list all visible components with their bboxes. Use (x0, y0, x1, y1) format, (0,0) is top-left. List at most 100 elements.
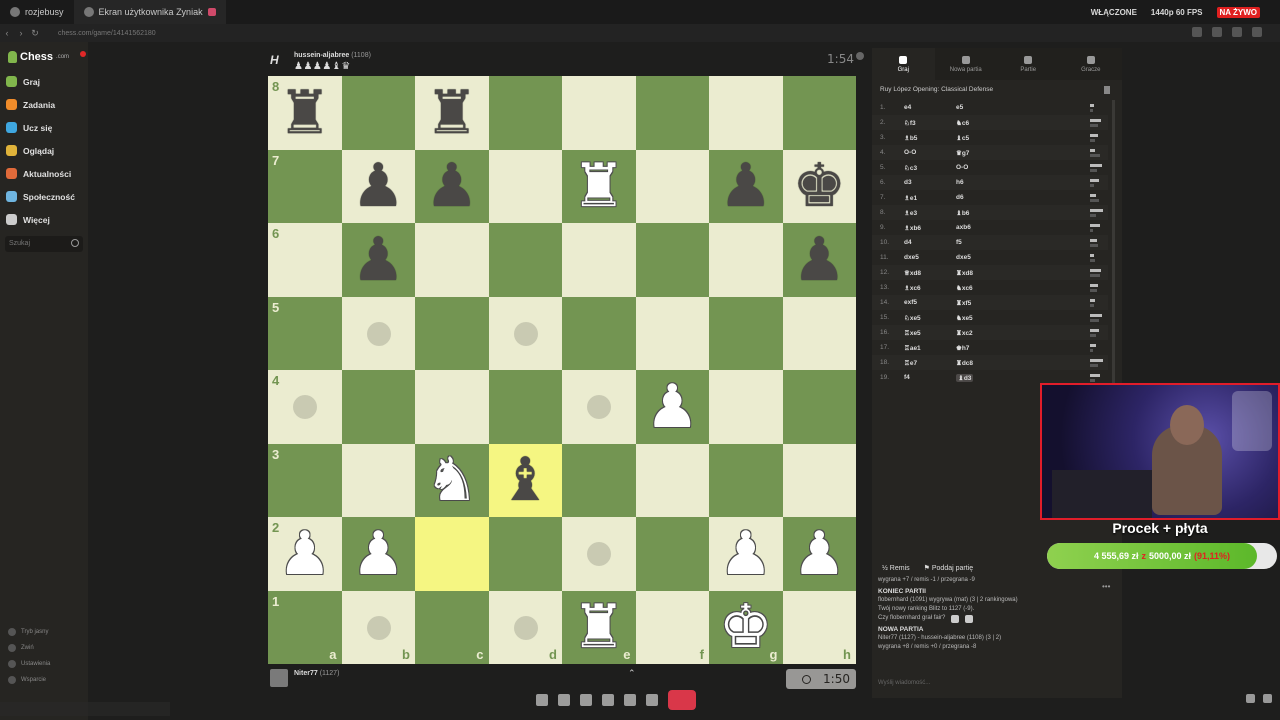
chess-board[interactable]: 8 ♜ ♜ 7 ♟ ♟ ♜ ♟ ♚ 6 ♟ ♟ 5 4 ♟ 3 ♞ ♝ 2 ♟ ♟ ♟ ♟ 1 a b c d e ♜ f g ♚ h (268, 76, 856, 664)
extension-icon[interactable] (1212, 27, 1222, 37)
thumbs-down-icon[interactable] (965, 614, 974, 623)
activity-icon[interactable] (624, 694, 636, 706)
square-c7[interactable]: ♟ (415, 149, 489, 224)
square-h7[interactable]: ♚ (782, 149, 856, 223)
black-move[interactable]: h6 (956, 179, 964, 186)
square-b2[interactable]: ♟ (341, 517, 415, 591)
black-move[interactable]: f5 (956, 239, 962, 246)
square-d4[interactable] (488, 370, 562, 444)
thumbs-up-icon[interactable] (951, 614, 960, 623)
browser-tab-active[interactable]: Ekran użytkownika Zyniak (73, 0, 226, 24)
url-field[interactable]: chess.com/game/14141562180 (58, 30, 156, 37)
black-pawn-icon[interactable]: ♟ (415, 150, 489, 224)
square-d1[interactable]: d (488, 590, 562, 664)
square-g1[interactable]: g ♚ (709, 590, 783, 664)
square-h4[interactable] (782, 370, 856, 444)
black-rook-icon[interactable]: ♜ (268, 76, 342, 150)
square-e5[interactable] (562, 296, 636, 370)
white-move[interactable]: e4 (904, 104, 911, 111)
extension-icon[interactable] (1192, 27, 1202, 37)
square-c1[interactable]: c (415, 590, 489, 664)
square-e6[interactable] (562, 223, 636, 297)
black-move[interactable]: ♚h7 (956, 344, 969, 352)
square-h5[interactable] (782, 296, 856, 370)
square-a5[interactable]: 5 (268, 296, 342, 370)
forward-icon[interactable]: › (14, 28, 28, 38)
black-move[interactable]: O-O (956, 164, 968, 171)
square-c2[interactable] (415, 517, 489, 591)
white-pawn-icon[interactable]: ♟ (709, 517, 783, 591)
square-f1[interactable]: f (635, 590, 709, 664)
white-move[interactable]: ♘xe5 (904, 314, 921, 322)
square-c6[interactable] (415, 223, 489, 297)
white-move[interactable]: exf5 (904, 299, 917, 306)
white-move[interactable]: ♗e3 (904, 209, 917, 217)
search-input[interactable]: Szukaj (5, 236, 83, 252)
square-g2[interactable]: ♟ (709, 517, 783, 591)
white-move[interactable]: ♗e1 (904, 194, 917, 202)
opponent-avatar[interactable]: H (270, 53, 286, 69)
square-d6[interactable] (488, 223, 562, 297)
square-a8[interactable]: 8 ♜ (268, 76, 342, 150)
opponent-name-row[interactable]: hussein-aljabree (1108) (294, 52, 371, 59)
opening-name[interactable]: Ruy López Opening: Classical Defense (880, 86, 993, 93)
square-c4[interactable] (415, 370, 489, 444)
white-move[interactable]: ♖ae1 (904, 344, 921, 352)
sidebar-bottom-item[interactable]: Wsparcie (8, 676, 46, 684)
white-move[interactable]: ♘f3 (904, 119, 916, 127)
move-hint-dot[interactable] (293, 395, 317, 419)
black-move[interactable]: ♞xe5 (956, 314, 973, 322)
camera-icon[interactable] (558, 694, 570, 706)
headset-icon[interactable] (1246, 694, 1255, 703)
profile-icon[interactable] (1252, 27, 1262, 37)
white-move[interactable]: dxe5 (904, 254, 919, 261)
square-f6[interactable] (635, 223, 709, 297)
sidebar-item-3[interactable]: Oglądaj (6, 145, 54, 156)
square-g4[interactable] (709, 370, 783, 444)
black-move[interactable]: ♜xc2 (956, 329, 973, 337)
square-d7[interactable] (488, 149, 562, 223)
black-move[interactable]: e5 (956, 104, 963, 111)
tab-1[interactable]: Nowa partia (935, 48, 998, 80)
screen-share-icon[interactable] (580, 694, 592, 706)
sidebar-item-5[interactable]: Społeczność (6, 191, 75, 202)
more-options-icon[interactable]: ••• (1102, 582, 1110, 591)
black-move[interactable]: ♝b6 (956, 209, 969, 217)
square-b3[interactable] (341, 443, 415, 517)
square-b5[interactable] (341, 296, 415, 370)
microphone-icon[interactable] (536, 694, 548, 706)
square-f8[interactable] (635, 76, 709, 150)
square-d2[interactable] (488, 517, 562, 591)
player-name-row[interactable]: Niter77 (1127) (294, 670, 339, 677)
extension-icon[interactable] (1232, 27, 1242, 37)
settings-icon[interactable] (856, 52, 864, 60)
reload-icon[interactable]: ↻ (28, 28, 42, 39)
black-move[interactable]: ♝d3 (956, 374, 974, 382)
black-move[interactable]: ♞xc6 (956, 284, 973, 292)
square-f2[interactable] (635, 517, 709, 591)
sidebar-bottom-item[interactable]: Tryb jasny (8, 628, 48, 636)
square-f5[interactable] (635, 296, 709, 370)
square-a4[interactable]: 4 (268, 370, 342, 444)
square-e3[interactable] (562, 443, 636, 517)
square-e4[interactable] (562, 370, 636, 444)
square-d3[interactable]: ♝ (488, 443, 562, 517)
sidebar-item-2[interactable]: Ucz się (6, 122, 52, 133)
square-g7[interactable]: ♟ (709, 149, 783, 223)
white-move[interactable]: O-O (904, 149, 916, 156)
white-knight-icon[interactable]: ♞ (415, 444, 489, 518)
square-d5[interactable] (488, 296, 562, 370)
square-e8[interactable] (562, 76, 636, 150)
sidebar-item-1[interactable]: Zadania (6, 99, 55, 110)
sidebar-item-4[interactable]: Aktualności (6, 168, 71, 179)
tab-3[interactable]: Gracze (1060, 48, 1123, 80)
white-pawn-icon[interactable]: ♟ (783, 517, 857, 591)
square-b6[interactable]: ♟ (341, 223, 415, 297)
notification-badge[interactable] (80, 51, 86, 57)
more-icon[interactable] (646, 694, 658, 706)
sidebar-item-6[interactable]: Więcej (6, 214, 50, 225)
square-h1[interactable]: h (782, 590, 856, 664)
square-f3[interactable] (635, 443, 709, 517)
move-hint-dot[interactable] (513, 321, 538, 346)
square-g5[interactable] (709, 296, 783, 370)
